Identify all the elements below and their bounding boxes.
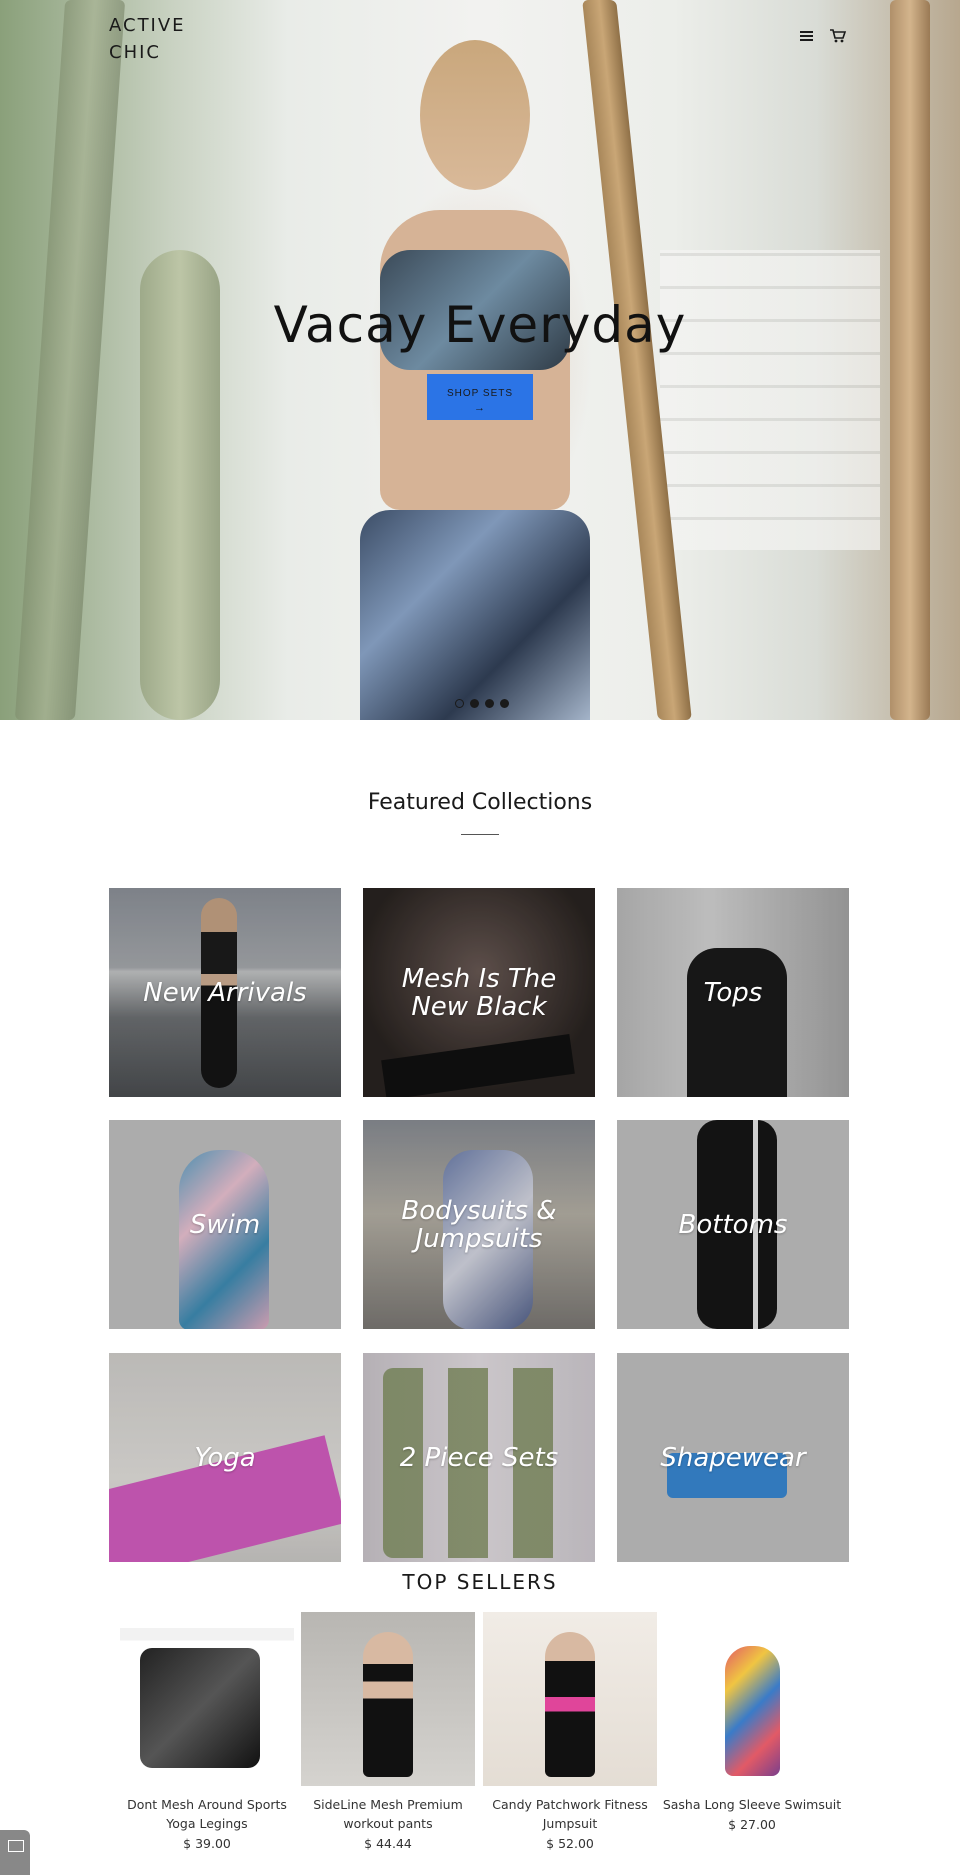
hamburger-menu-icon[interactable] xyxy=(798,28,816,44)
product-name[interactable]: Candy Patchwork Fitness Jumpsuit xyxy=(478,1795,662,1833)
collection-label: Bodysuits & Jumpsuits xyxy=(401,1195,557,1254)
collection-label: New Arrivals xyxy=(143,977,307,1008)
collection-tile-mesh[interactable]: Mesh Is The New Black xyxy=(363,888,595,1097)
hero-background-wall xyxy=(660,250,880,550)
title-divider xyxy=(461,834,499,835)
hero-banner[interactable]: ACTIVE CHIC Vacay Everyday SHOP SETS → xyxy=(0,0,960,720)
hero-background-palm xyxy=(890,0,930,720)
collection-label: Mesh Is The New Black xyxy=(401,963,557,1022)
collection-tile-shapewear[interactable]: Shapewear xyxy=(617,1353,849,1562)
product-image[interactable] xyxy=(665,1626,839,1784)
arrow-right-icon: → xyxy=(474,402,486,414)
product-name[interactable]: Sasha Long Sleeve Swimsuit xyxy=(660,1795,844,1814)
hero-title: Vacay Everyday xyxy=(273,296,687,354)
product-price: $ 44.44 xyxy=(364,1836,412,1851)
slide-dot-1[interactable] xyxy=(455,699,464,708)
store-logo[interactable]: ACTIVE CHIC xyxy=(109,12,229,66)
product-image[interactable] xyxy=(120,1628,294,1784)
collection-tile-new-arrivals[interactable]: New Arrivals xyxy=(109,888,341,1097)
product-price: $ 39.00 xyxy=(183,1836,231,1851)
shop-sets-button[interactable]: SHOP SETS → xyxy=(427,374,533,420)
shop-sets-label: SHOP SETS xyxy=(446,388,514,399)
product-image[interactable] xyxy=(483,1612,657,1786)
collection-label: Yoga xyxy=(194,1442,256,1473)
featured-collections-title: Featured Collections xyxy=(367,790,593,815)
collection-tile-2-piece-sets[interactable]: 2 Piece Sets xyxy=(363,1353,595,1562)
slide-dot-2[interactable] xyxy=(470,699,479,708)
collection-label: Tops xyxy=(703,977,763,1008)
collection-label: 2 Piece Sets xyxy=(399,1442,559,1473)
collection-tile-yoga[interactable]: Yoga xyxy=(109,1353,341,1562)
top-sellers-title: TOP SELLERS xyxy=(402,1570,558,1594)
product-image[interactable] xyxy=(301,1612,475,1786)
collection-tile-swim[interactable]: Swim xyxy=(109,1120,341,1329)
slideshow-dots xyxy=(455,699,509,709)
collection-label: Bottoms xyxy=(678,1209,788,1240)
product-name[interactable]: Dont Mesh Around Sports Yoga Legings xyxy=(115,1795,299,1833)
product-name[interactable]: SideLine Mesh Premium workout pants xyxy=(296,1795,480,1833)
collection-tile-tops[interactable]: Tops xyxy=(617,888,849,1097)
product-price: $ 52.00 xyxy=(546,1836,594,1851)
chat-widget-tab[interactable] xyxy=(0,1830,30,1875)
collection-tile-bodysuits[interactable]: Bodysuits & Jumpsuits xyxy=(363,1120,595,1329)
chat-envelope-icon xyxy=(8,1840,24,1852)
collection-label: Swim xyxy=(189,1209,261,1240)
slide-dot-3[interactable] xyxy=(485,699,494,708)
collection-label: Shapewear xyxy=(660,1442,806,1473)
hero-background-palm xyxy=(14,0,126,720)
shopping-cart-icon[interactable] xyxy=(829,28,847,44)
collection-tile-bottoms[interactable]: Bottoms xyxy=(617,1120,849,1329)
product-price: $ 27.00 xyxy=(728,1817,776,1832)
slide-dot-4[interactable] xyxy=(500,699,509,708)
